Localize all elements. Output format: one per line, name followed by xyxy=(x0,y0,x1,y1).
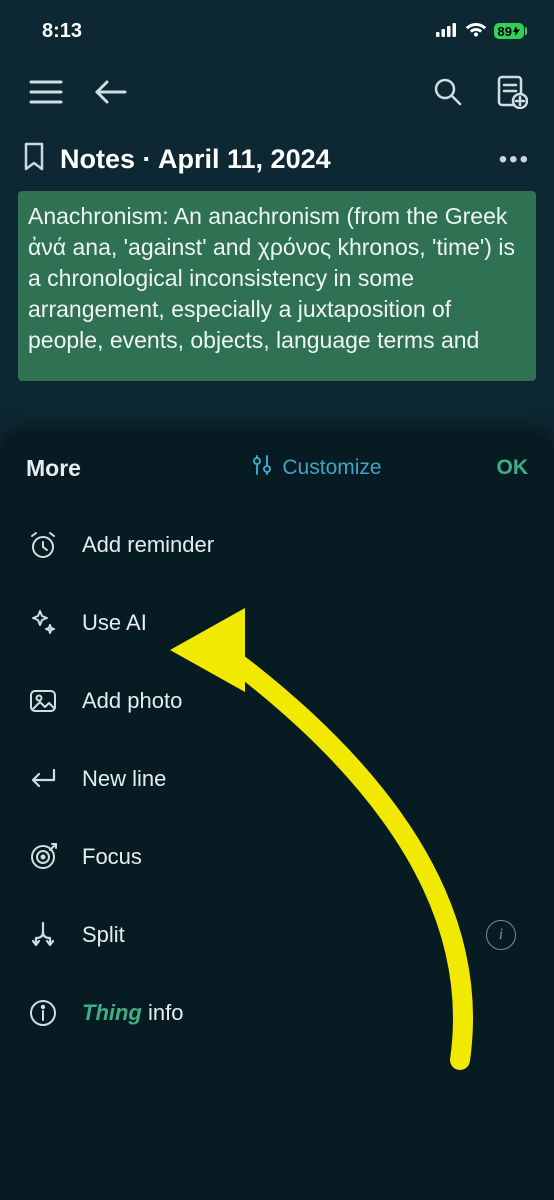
menu-item-use-ai[interactable]: Use AI xyxy=(26,584,544,662)
menu-item-label: Split xyxy=(82,922,125,948)
sparkle-icon xyxy=(26,606,60,640)
more-options-button[interactable]: ••• xyxy=(499,146,530,174)
return-icon xyxy=(26,762,60,796)
bookmark-icon[interactable] xyxy=(22,142,46,177)
menu-item-label: Thing info xyxy=(82,1000,183,1026)
search-button[interactable] xyxy=(428,72,468,112)
menu-item-add-reminder[interactable]: Add reminder xyxy=(26,506,544,584)
menu-item-split[interactable]: Split i xyxy=(26,896,544,974)
more-sheet: More Customize OK Add reminder Use AI xyxy=(0,436,554,1200)
note-title: Notes · April 11, 2024 xyxy=(60,144,485,175)
customize-button[interactable]: Customize xyxy=(166,454,468,482)
menu-item-label: Add reminder xyxy=(82,532,214,558)
menu-item-focus[interactable]: Focus xyxy=(26,818,544,896)
menu-item-label: Add photo xyxy=(82,688,182,714)
customize-label: Customize xyxy=(282,456,381,480)
menu-item-label: New line xyxy=(82,766,166,792)
menu-item-add-photo[interactable]: Add photo xyxy=(26,662,544,740)
alarm-icon xyxy=(26,528,60,562)
menu-item-new-line[interactable]: New line xyxy=(26,740,544,818)
sheet-header: More Customize OK xyxy=(0,436,554,492)
info-icon xyxy=(26,996,60,1030)
menu-list: Add reminder Use AI Add photo New line F xyxy=(0,492,554,1052)
info-button[interactable]: i xyxy=(486,920,516,950)
menu-item-label: Use AI xyxy=(82,610,147,636)
status-right: 89 xyxy=(436,20,524,43)
menu-item-label: Focus xyxy=(82,844,142,870)
note-header: Notes · April 11, 2024 ••• xyxy=(0,122,554,191)
status-bar: 8:13 89 xyxy=(0,0,554,54)
menu-item-thing-info[interactable]: Thing info xyxy=(26,974,544,1052)
settings-icon xyxy=(252,454,272,482)
wifi-icon xyxy=(465,20,487,43)
sheet-title: More xyxy=(26,455,166,482)
target-icon xyxy=(26,840,60,874)
battery-icon: 89 xyxy=(494,23,524,39)
ok-button[interactable]: OK xyxy=(468,456,528,480)
split-icon xyxy=(26,918,60,952)
status-time: 8:13 xyxy=(42,20,82,43)
note-body[interactable]: Anachronism: An anachronism (from the Gr… xyxy=(18,191,536,381)
photo-icon xyxy=(26,684,60,718)
menu-button[interactable] xyxy=(26,72,66,112)
top-toolbar xyxy=(0,54,554,122)
new-note-button[interactable] xyxy=(492,72,532,112)
cellular-icon xyxy=(436,20,458,43)
back-button[interactable] xyxy=(90,72,130,112)
